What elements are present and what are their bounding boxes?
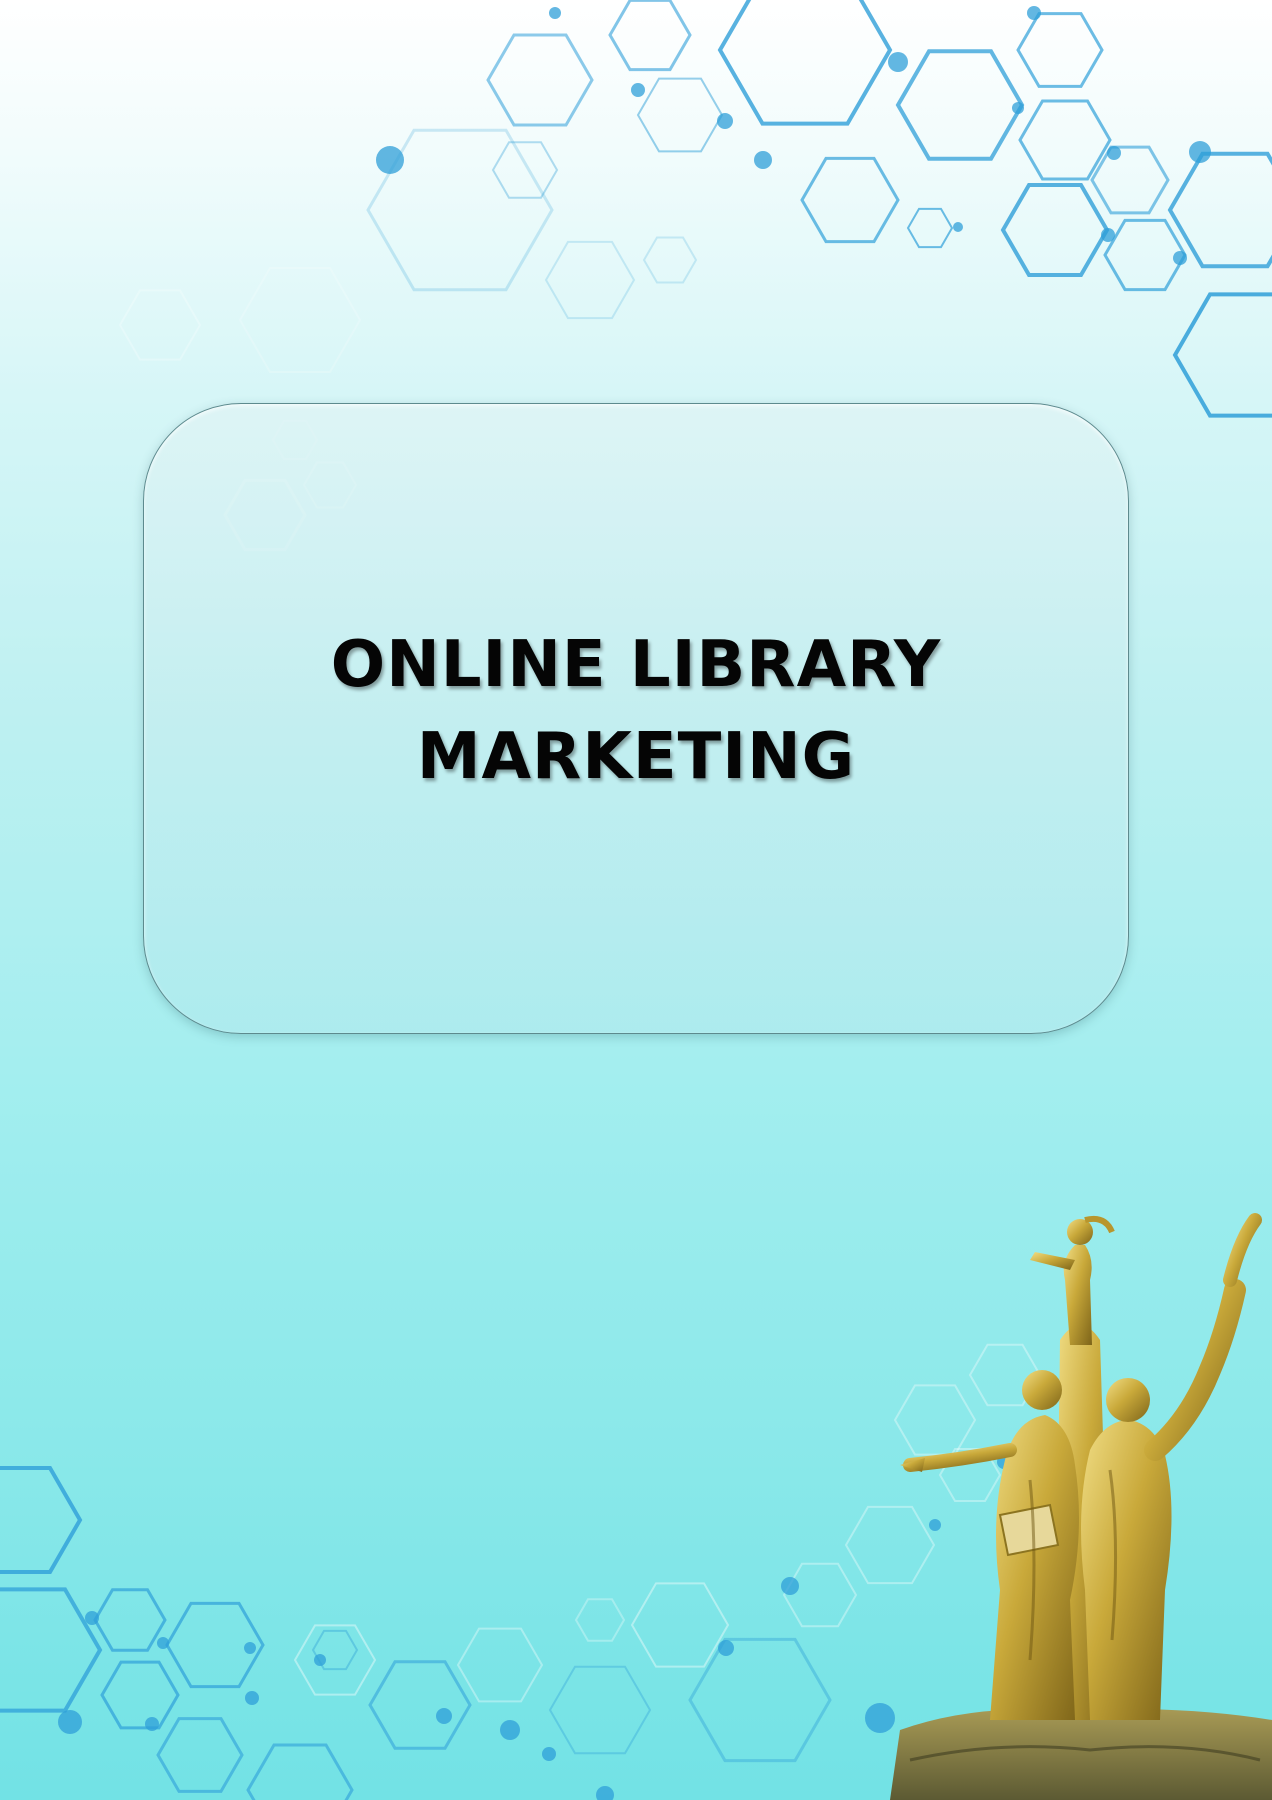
hexagon-shape <box>246 1743 354 1800</box>
network-node-dot <box>596 1786 614 1800</box>
hexagon-shape <box>368 1660 472 1750</box>
network-node-dot <box>1012 102 1024 114</box>
network-node-dot <box>754 151 772 169</box>
hexagon-shape <box>1090 145 1170 215</box>
hexagon-shape <box>1000 183 1110 277</box>
network-node-dot <box>1027 6 1041 20</box>
network-node-dot <box>717 113 733 129</box>
hexagon-shape <box>630 1582 730 1668</box>
document-title: ONLINE LIBRARY MARKETING <box>144 619 1128 803</box>
hexagon-shape <box>636 77 724 153</box>
network-node-dot <box>888 52 908 72</box>
hexagon-shape <box>608 0 692 72</box>
hexagon-shape <box>688 1637 832 1763</box>
hexagon-shape <box>491 141 559 199</box>
hexagon-shape <box>1172 292 1272 418</box>
hexagon-shape <box>1103 218 1187 292</box>
network-node-dot <box>376 146 404 174</box>
hexagon-shape <box>0 1466 83 1574</box>
hexagon-shape <box>642 236 698 284</box>
hexagon-shape <box>895 49 1025 161</box>
network-node-dot <box>1189 141 1211 163</box>
network-node-dot <box>85 1611 99 1625</box>
hexagon-shape <box>93 1588 167 1652</box>
hexagon-shape <box>906 207 954 249</box>
network-node-dot <box>244 1642 256 1654</box>
hexagon-shape <box>800 156 900 244</box>
hexagon-shape <box>156 1717 244 1793</box>
title-line-1: ONLINE LIBRARY <box>330 628 942 702</box>
hexagon-shape <box>717 0 893 126</box>
network-node-dot <box>245 1691 259 1705</box>
network-node-dot <box>436 1708 452 1724</box>
network-node-dot <box>631 83 645 97</box>
network-node-dot <box>314 1654 326 1666</box>
network-node-dot <box>1107 146 1121 160</box>
network-node-dot <box>1101 228 1115 242</box>
title-line-2: MARKETING <box>416 720 856 794</box>
network-node-dot <box>145 1717 159 1731</box>
network-node-dot <box>58 1710 82 1734</box>
document-cover: ONLINE LIBRARY MARKETING <box>0 0 1272 1800</box>
hexagon-shape <box>548 1665 652 1755</box>
hexagon-shape <box>238 267 362 373</box>
hexagon-shape <box>1167 151 1272 269</box>
hexagon-shape <box>0 1587 103 1713</box>
hexagon-shape <box>782 1562 858 1628</box>
statue-illustration-icon <box>890 1213 1272 1800</box>
hexagon-shape <box>118 289 202 361</box>
network-node-dot <box>542 1747 556 1761</box>
network-node-dot <box>500 1720 520 1740</box>
hexagon-shape <box>1016 12 1104 88</box>
hexagon-shape <box>1018 99 1112 181</box>
network-node-dot <box>157 1637 169 1649</box>
hexagon-shape <box>100 1660 180 1730</box>
hexagon-shape <box>293 1624 377 1696</box>
network-node-dot <box>953 222 963 232</box>
network-node-dot <box>1173 251 1187 265</box>
title-card: ONLINE LIBRARY MARKETING <box>143 403 1129 1034</box>
hexagon-shape <box>456 1627 544 1703</box>
network-node-dot <box>781 1577 799 1595</box>
hexagon-shape <box>544 240 636 320</box>
hexagon-shape <box>574 1598 626 1642</box>
network-node-dot <box>549 7 561 19</box>
hexagon-shape <box>486 33 594 127</box>
network-node-dot <box>718 1640 734 1656</box>
